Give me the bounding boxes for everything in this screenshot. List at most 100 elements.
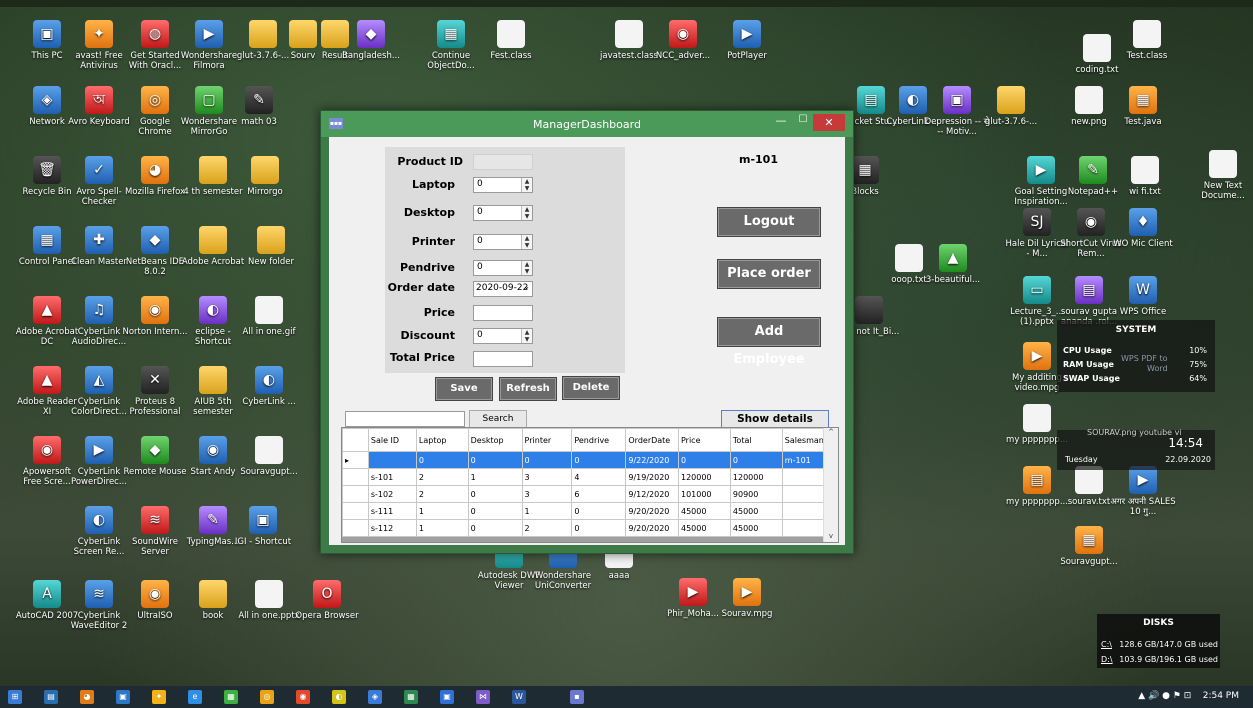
pendrive-stepper[interactable]: 0 ▲ ▼ <box>473 260 533 276</box>
desktop-icon[interactable]: W WPS Office <box>1110 276 1176 317</box>
desktop-icon[interactable]: All in one.pptx <box>236 580 302 621</box>
start-button-icon[interactable]: ⊞ <box>8 690 22 704</box>
table-cell[interactable]: 1 <box>467 468 523 486</box>
table-cell[interactable]: 45000 <box>729 519 783 537</box>
maximize-button[interactable]: ☐ <box>793 114 813 130</box>
table-cell[interactable]: 0 <box>467 451 523 469</box>
search-button[interactable]: Search <box>469 410 527 428</box>
table-cell[interactable]: s-112 <box>367 519 417 537</box>
chevron-down-icon[interactable]: ⌄ <box>523 282 530 291</box>
grid-column-header[interactable]: Price <box>677 428 731 452</box>
table-cell[interactable]: 0 <box>521 451 573 469</box>
stepper-arrows-icon[interactable]: ▲ ▼ <box>521 206 532 220</box>
search-input[interactable] <box>345 411 465 427</box>
grid-column-header[interactable]: Pendrive <box>571 428 627 452</box>
desktop-icon[interactable]: ▶ PotPlayer <box>714 20 780 61</box>
desktop-icon[interactable]: Fest.class <box>478 20 544 61</box>
desktop-icon[interactable]: ◕ Mozilla Firefox <box>122 156 188 197</box>
table-cell[interactable]: 2 <box>415 468 469 486</box>
table-cell[interactable]: 2 <box>415 485 469 503</box>
grid-scrollbar[interactable]: ^ v <box>823 428 838 542</box>
scroll-up-icon[interactable]: ^ <box>824 428 838 436</box>
row-header[interactable] <box>342 502 369 520</box>
add-employee-button[interactable]: Add Employee <box>717 317 821 367</box>
desktop-icon[interactable]: ≋ SoundWire Server <box>122 506 188 557</box>
total-price-field[interactable] <box>473 351 533 367</box>
taskbar-app-icon[interactable]: ▤ <box>44 690 58 704</box>
desktop-icon[interactable]: ♦ WO Mic Client <box>1110 208 1176 249</box>
table-cell[interactable]: 1 <box>415 502 469 520</box>
table-cell[interactable]: 9/20/2020 <box>625 519 679 537</box>
table-cell[interactable]: 120000 <box>729 468 783 486</box>
table-cell[interactable]: 0 <box>467 485 523 503</box>
price-field[interactable] <box>473 305 533 321</box>
table-cell[interactable]: 45000 <box>729 502 783 520</box>
scroll-down-icon[interactable]: v <box>824 532 838 540</box>
table-row[interactable]: s-102 2 0 3 6 9/12/2020 101000 90900 <box>342 485 838 503</box>
taskbar-app-icon[interactable]: ▪ <box>570 690 584 704</box>
grid-column-header[interactable]: OrderDate <box>625 428 679 452</box>
table-cell[interactable]: 101000 <box>677 485 731 503</box>
desktop-icon[interactable]: ◉ Norton Intern... <box>122 296 188 337</box>
table-cell[interactable]: 9/19/2020 <box>625 468 679 486</box>
table-cell[interactable]: 3 <box>521 485 573 503</box>
table-cell[interactable]: 9/12/2020 <box>625 485 679 503</box>
desktop-icon[interactable]: ◆ NetBeans IDE 8.0.2 <box>122 226 188 277</box>
taskbar-app-icon[interactable]: ▦ <box>224 690 238 704</box>
table-cell[interactable]: 45000 <box>677 502 731 520</box>
stepper-arrows-icon[interactable]: ▲ ▼ <box>521 329 532 343</box>
table-cell[interactable]: 3 <box>521 468 573 486</box>
taskbar-app-icon[interactable]: ⋈ <box>476 690 490 704</box>
stepper-arrows-icon[interactable]: ▲ ▼ <box>521 261 532 275</box>
desktop-icon[interactable]: ▶ Sourav.mpg <box>714 578 780 619</box>
taskbar-app-icon[interactable]: ▣ <box>116 690 130 704</box>
grid-column-header[interactable]: Printer <box>521 428 573 452</box>
stepper-arrows-icon[interactable]: ▲ ▼ <box>521 235 532 249</box>
desktop-icon[interactable]: New folder <box>238 226 304 267</box>
table-row[interactable]: s-112 1 0 2 0 9/20/2020 45000 45000 <box>342 519 838 537</box>
desktop-icon[interactable]: ✕ Proteus 8 Professional <box>122 366 188 417</box>
table-cell[interactable]: 120000 <box>677 468 731 486</box>
table-cell[interactable]: 9/20/2020 <box>625 502 679 520</box>
table-row[interactable]: ▸ 0 0 0 0 9/22/2020 0 0 m-101 <box>342 451 838 469</box>
row-header[interactable] <box>342 485 369 503</box>
desktop-icon[interactable]: ◉ UltraISO <box>122 580 188 621</box>
table-cell[interactable]: 9/22/2020 <box>625 451 679 469</box>
system-tray[interactable]: ▲ 🔊 ● ⚑ ⊡ 2:54 PM <box>1138 691 1239 701</box>
grid-column-header[interactable]: Total <box>729 428 783 452</box>
desktop-icon[interactable]: Mirrorgo <box>232 156 298 197</box>
table-cell[interactable]: 0 <box>415 451 469 469</box>
stepper-arrows-icon[interactable]: ▲ ▼ <box>521 178 532 192</box>
taskbar-app-icon[interactable]: ◎ <box>260 690 274 704</box>
taskbar-app-icon[interactable]: ◉ <box>296 690 310 704</box>
refresh-button[interactable]: Refresh <box>499 377 557 401</box>
desktop-icon[interactable]: wi fi.txt <box>1112 156 1178 197</box>
table-cell[interactable]: 0 <box>677 451 731 469</box>
grid-column-header[interactable]: Desktop <box>467 428 523 452</box>
laptop-stepper[interactable]: 0 ▲ ▼ <box>473 177 533 193</box>
desktop-stepper[interactable]: 0 ▲ ▼ <box>473 205 533 221</box>
table-cell[interactable] <box>367 451 417 469</box>
tray-icons[interactable]: ▲ 🔊 ● ⚑ ⊡ <box>1138 691 1191 701</box>
taskbar-app-icon[interactable]: ▦ <box>404 690 418 704</box>
row-header[interactable] <box>342 468 369 486</box>
taskbar-app-icon[interactable]: ▣ <box>440 690 454 704</box>
desktop-icon[interactable]: ▣ IGI - Shortcut <box>230 506 296 547</box>
desktop-icon[interactable]: ▦ Test.java <box>1110 86 1176 127</box>
order-date-picker[interactable]: 2020-09-22 ⌄ <box>473 281 533 297</box>
table-row[interactable]: s-111 1 0 1 0 9/20/2020 45000 45000 <box>342 502 838 520</box>
table-cell[interactable]: 0 <box>729 451 783 469</box>
desktop-icon[interactable]: ▦ Souravgupt... <box>1056 526 1122 567</box>
delete-button[interactable]: Delete <box>562 376 620 400</box>
desktop-icon[interactable]: All in one.gif <box>236 296 302 337</box>
printer-stepper[interactable]: 0 ▲ ▼ <box>473 234 533 250</box>
minimize-button[interactable]: — <box>771 114 791 130</box>
close-button[interactable]: ✕ <box>813 114 845 131</box>
sales-grid[interactable]: Sale ID Laptop Desktop Printer Pendrive Order… <box>341 427 839 543</box>
table-cell[interactable]: 1 <box>521 502 573 520</box>
table-cell[interactable]: 90900 <box>729 485 783 503</box>
taskbar-clock[interactable]: 2:54 PM <box>1203 691 1239 701</box>
discount-stepper[interactable]: 0 ▲ ▼ <box>473 328 533 344</box>
place-order-button[interactable]: Place order <box>717 259 821 289</box>
taskbar-app-icon[interactable]: ✦ <box>152 690 166 704</box>
